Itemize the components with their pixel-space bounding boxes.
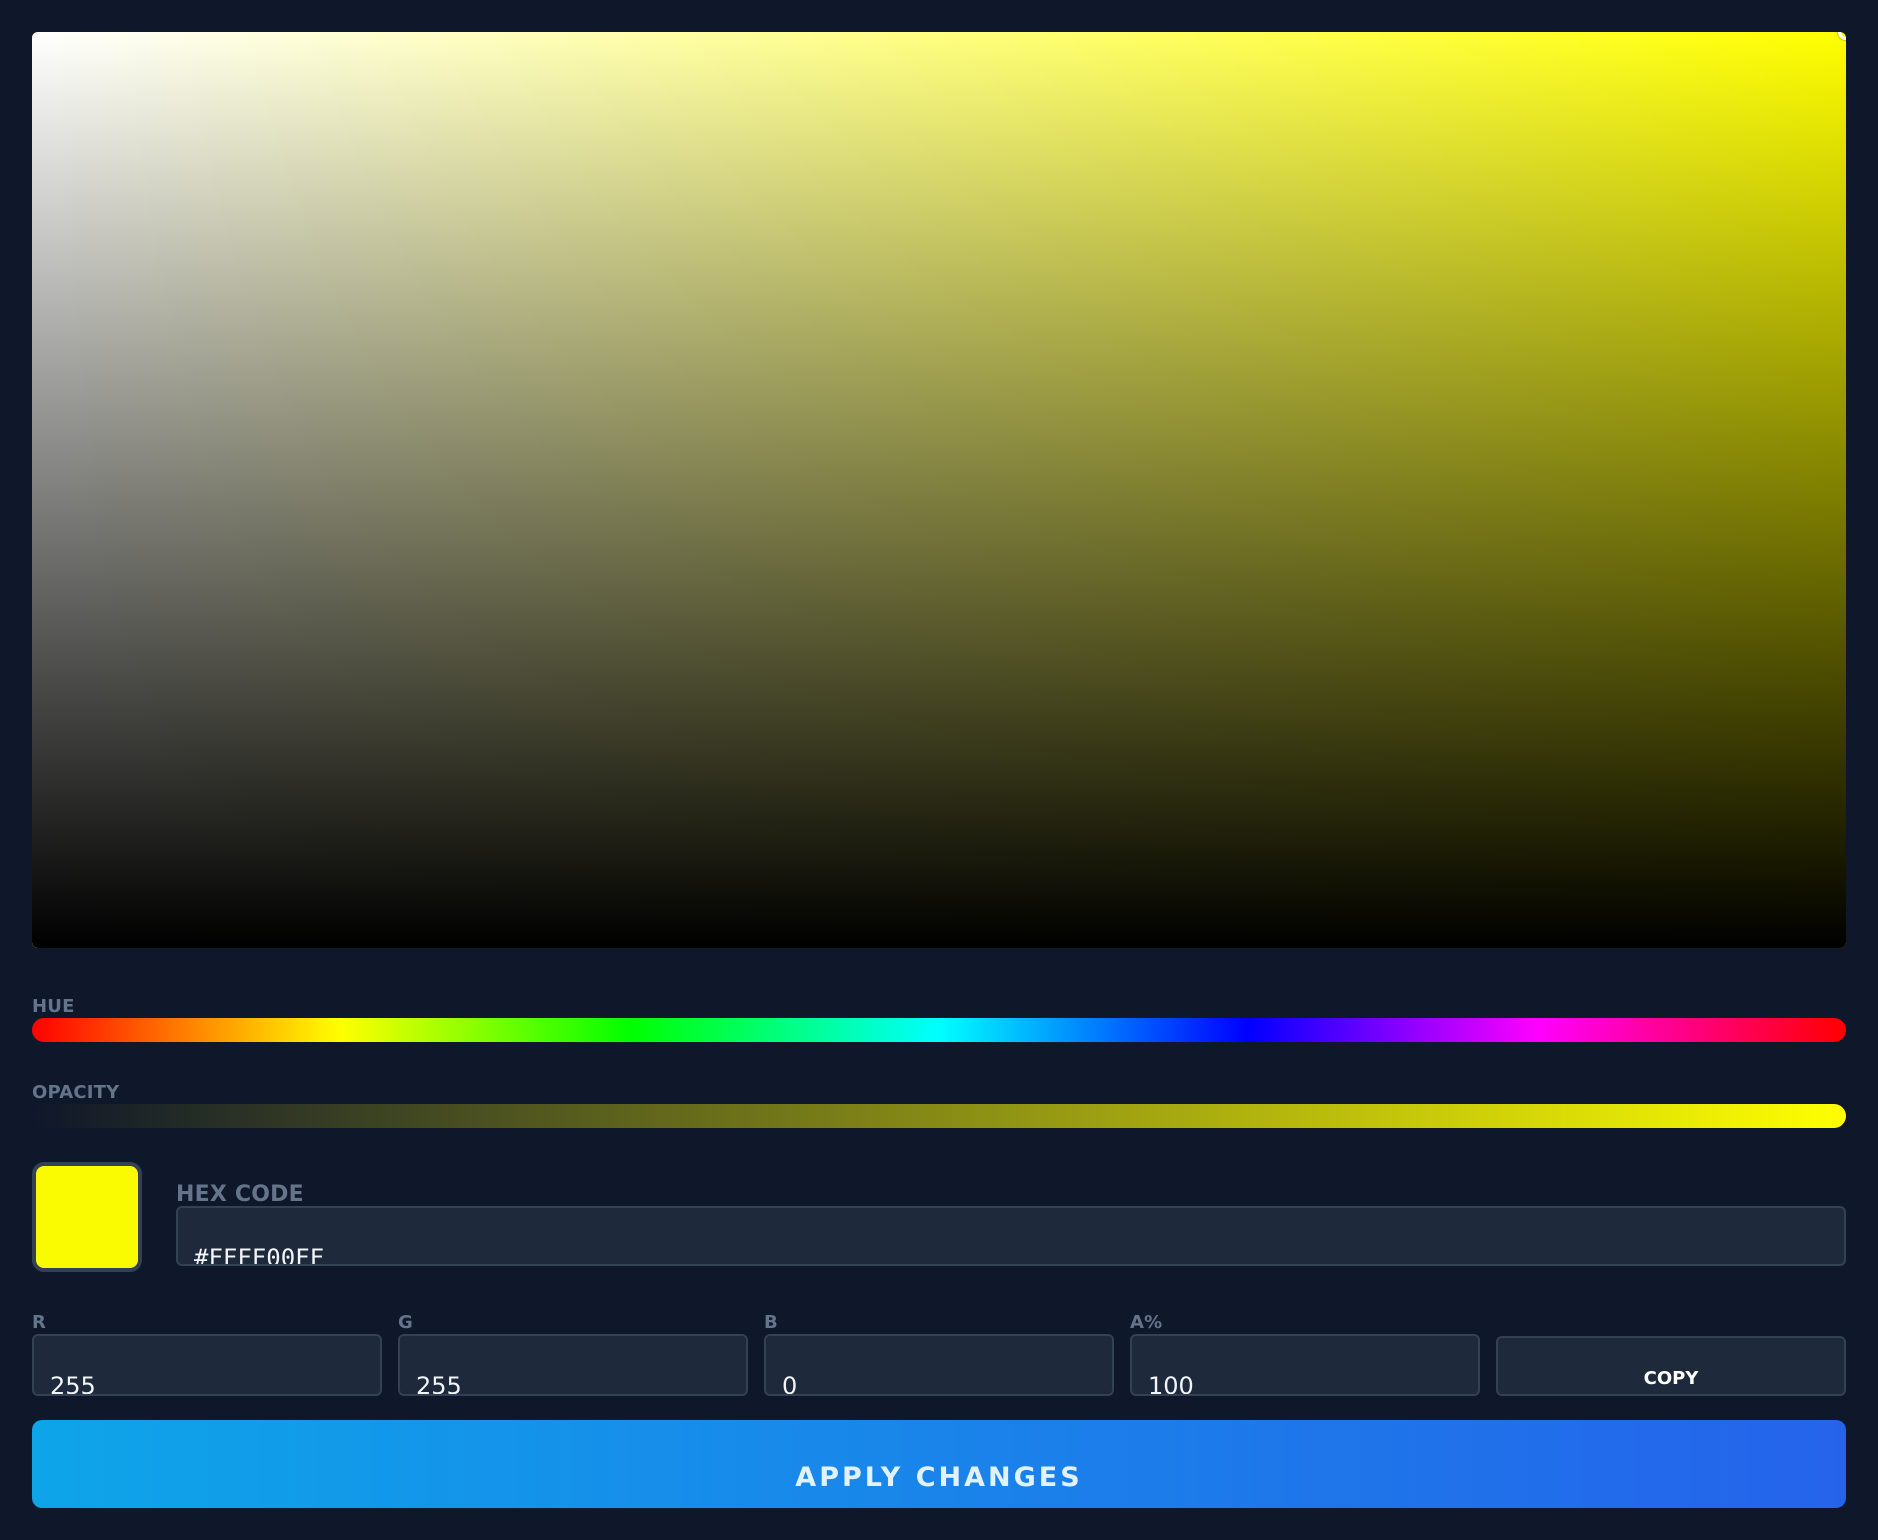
hue-slider[interactable]	[32, 1018, 1846, 1042]
hex-code-input[interactable]: #FFFF00FF	[176, 1206, 1846, 1266]
hex-code-value: #FFFF00FF	[194, 1244, 325, 1266]
alpha-channel-value: 100	[1148, 1372, 1194, 1396]
copy-button[interactable]: COPY	[1496, 1336, 1846, 1396]
hue-label: HUE	[32, 996, 75, 1017]
green-channel-input[interactable]: 255	[398, 1334, 748, 1396]
green-channel-value: 255	[416, 1372, 462, 1396]
green-channel-label: G	[398, 1312, 413, 1333]
color-preview-swatch	[32, 1162, 142, 1272]
red-channel-value: 255	[50, 1372, 96, 1396]
apply-changes-button[interactable]: APPLY CHANGES	[32, 1420, 1846, 1508]
red-channel-input[interactable]: 255	[32, 1334, 382, 1396]
brightness-gradient	[32, 32, 1846, 948]
opacity-label: OPACITY	[32, 1082, 120, 1103]
color-picker-panel: HUE OPACITY HEX CODE #FFFF00FF R 255 G 2…	[0, 0, 1878, 1540]
saturation-brightness-area[interactable]	[32, 32, 1846, 948]
blue-channel-input[interactable]: 0	[764, 1334, 1114, 1396]
opacity-slider[interactable]	[32, 1104, 1846, 1128]
blue-channel-label: B	[764, 1312, 778, 1333]
blue-channel-value: 0	[782, 1372, 798, 1396]
hex-code-label: HEX CODE	[176, 1182, 304, 1207]
alpha-channel-label: A%	[1130, 1312, 1163, 1333]
red-channel-label: R	[32, 1312, 47, 1333]
alpha-channel-input[interactable]: 100	[1130, 1334, 1480, 1396]
